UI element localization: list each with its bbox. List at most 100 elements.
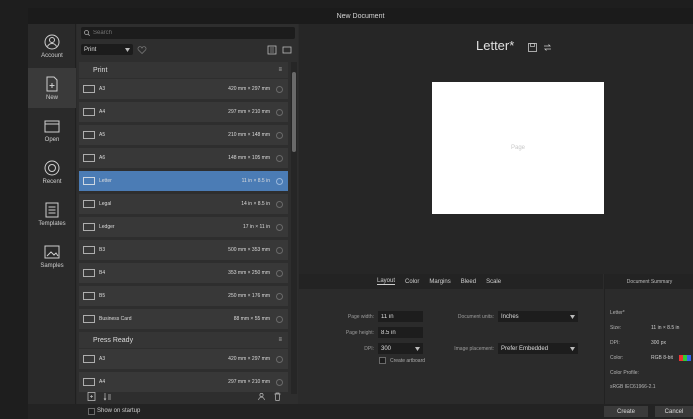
sort-icon[interactable]	[103, 392, 112, 401]
preset-name: Business Card	[99, 316, 132, 322]
document-icon	[83, 108, 95, 116]
preset-size: 297 mm × 210 mm	[228, 379, 270, 385]
image-placement-dropdown[interactable]: Prefer Embedded	[498, 343, 578, 354]
swap-orientation-icon[interactable]	[543, 43, 552, 52]
preset-name: A6	[99, 155, 106, 161]
info-icon[interactable]	[276, 200, 283, 208]
preset-item[interactable]: B3 500 mm × 353 mm	[79, 240, 288, 260]
preset-item[interactable]: A3 420 mm × 297 mm	[79, 349, 288, 369]
tab-margins[interactable]: Margins	[429, 279, 450, 285]
category-header[interactable]: Press Ready ≡	[79, 332, 288, 348]
favorite-heart-icon[interactable]	[137, 45, 147, 55]
summary-profile: sRGB IEC61966-2.1	[610, 384, 656, 390]
create-button[interactable]: Create	[604, 406, 648, 417]
category-menu-icon[interactable]: ≡	[278, 337, 282, 343]
preset-tools	[77, 390, 298, 404]
show-on-startup-label: Show on startup	[97, 408, 141, 414]
sidebar-item-templates[interactable]: Templates	[28, 194, 76, 234]
info-icon[interactable]	[276, 108, 283, 116]
info-icon[interactable]	[276, 223, 283, 231]
create-artboard-checkbox[interactable]	[379, 357, 386, 364]
grid-view-icon[interactable]	[267, 45, 277, 55]
preset-item[interactable]: A5 210 mm × 148 mm	[79, 125, 288, 145]
sidebar-item-label: New	[45, 94, 58, 101]
preset-size: 250 mm × 176 mm	[228, 293, 270, 299]
document-icon	[83, 315, 95, 323]
save-preset-icon[interactable]	[528, 43, 537, 52]
summary-title: Document Summary	[605, 274, 693, 289]
document-icon	[83, 292, 95, 300]
info-icon[interactable]	[276, 246, 283, 254]
preset-size: 500 mm × 353 mm	[228, 247, 270, 253]
samples-icon	[44, 245, 60, 258]
cancel-button[interactable]: Cancel	[655, 406, 693, 417]
preset-item[interactable]: Business Card 88 mm × 55 mm	[79, 309, 288, 329]
footer-bar: Show on startup Create Cancel	[28, 404, 693, 419]
info-icon[interactable]	[276, 292, 283, 300]
document-icon	[83, 85, 95, 93]
show-on-startup-checkbox[interactable]	[88, 408, 95, 415]
preset-name: Letter	[99, 178, 112, 184]
preset-item[interactable]: Legal 14 in × 8.5 in	[79, 194, 288, 214]
image-placement-label: Image placement:	[454, 345, 494, 352]
search-input[interactable]	[93, 30, 283, 36]
document-icon	[83, 154, 95, 162]
preset-size: 148 mm × 105 mm	[228, 155, 270, 161]
sidebar-item-label: Account	[41, 52, 63, 59]
tab-bleed[interactable]: Bleed	[461, 279, 476, 285]
tab-color[interactable]: Color	[405, 279, 419, 285]
tab-layout[interactable]: Layout	[377, 278, 396, 285]
sidebar-item-account[interactable]: Account	[28, 26, 76, 66]
summary-name: Letter*	[610, 310, 625, 316]
dpi-label: DPI:	[364, 345, 374, 352]
preview-title: Letter*	[476, 38, 515, 53]
summary-profile-label: Color Profile:	[610, 370, 639, 376]
sidebar-item-open[interactable]: Open	[28, 110, 76, 150]
scrollbar-thumb[interactable]	[292, 72, 296, 152]
document-icon	[83, 269, 95, 277]
chevron-down-icon	[125, 47, 130, 52]
document-units-label: Document units:	[457, 313, 494, 320]
add-preset-icon[interactable]	[87, 392, 96, 401]
preset-item[interactable]: Ledger 17 in × 11 in	[79, 217, 288, 237]
info-icon[interactable]	[276, 131, 283, 139]
category-menu-icon[interactable]: ≡	[278, 67, 282, 73]
category-header[interactable]: Print ≡	[79, 62, 288, 78]
info-icon[interactable]	[276, 355, 283, 363]
account-icon	[44, 34, 60, 49]
sidebar-item-recent[interactable]: Recent	[28, 152, 76, 192]
window-title: New Document	[336, 12, 385, 20]
trash-icon[interactable]	[273, 392, 282, 401]
preset-list-scrollbar[interactable]	[291, 62, 297, 394]
document-units-dropdown[interactable]: Inches	[498, 311, 578, 322]
dpi-dropdown[interactable]: 300	[378, 343, 423, 354]
tab-scale[interactable]: Scale	[486, 279, 501, 285]
landscape-orientation-icon[interactable]	[282, 45, 292, 55]
preset-item[interactable]: B4 353 mm × 250 mm	[79, 263, 288, 283]
preset-item[interactable]: A3 420 mm × 297 mm	[79, 79, 288, 99]
document-icon	[83, 131, 95, 139]
preset-item-selected[interactable]: Letter 11 in × 8.5 in	[79, 171, 288, 191]
preset-item[interactable]: A4 297 mm × 210 mm	[79, 102, 288, 122]
search-box[interactable]	[81, 27, 295, 39]
page-width-input[interactable]	[378, 311, 423, 322]
info-icon[interactable]	[276, 269, 283, 277]
sidebar-item-samples[interactable]: Samples	[28, 236, 76, 276]
preset-item[interactable]: A4 297 mm × 210 mm	[79, 372, 288, 392]
preset-size: 14 in × 8.5 in	[241, 201, 270, 207]
info-icon[interactable]	[276, 177, 283, 185]
preset-item[interactable]: A6 148 mm × 105 mm	[79, 148, 288, 168]
person-icon[interactable]	[257, 392, 266, 401]
new-document-dialog: New Document Account New Open Recent Tem…	[28, 8, 693, 419]
info-icon[interactable]	[276, 378, 283, 386]
info-icon[interactable]	[276, 315, 283, 323]
preset-panel: Print Print ≡ A3 420 mm × 297 mm A4 297 mm…	[77, 24, 298, 404]
preview-area: Letter* Page	[299, 24, 693, 274]
page-height-input[interactable]	[378, 327, 423, 338]
info-icon[interactable]	[276, 154, 283, 162]
filter-dropdown[interactable]: Print	[81, 44, 133, 55]
sidebar-item-new[interactable]: New	[28, 68, 76, 108]
preset-name: Ledger	[99, 224, 115, 230]
info-icon[interactable]	[276, 85, 283, 93]
preset-item[interactable]: B5 250 mm × 176 mm	[79, 286, 288, 306]
